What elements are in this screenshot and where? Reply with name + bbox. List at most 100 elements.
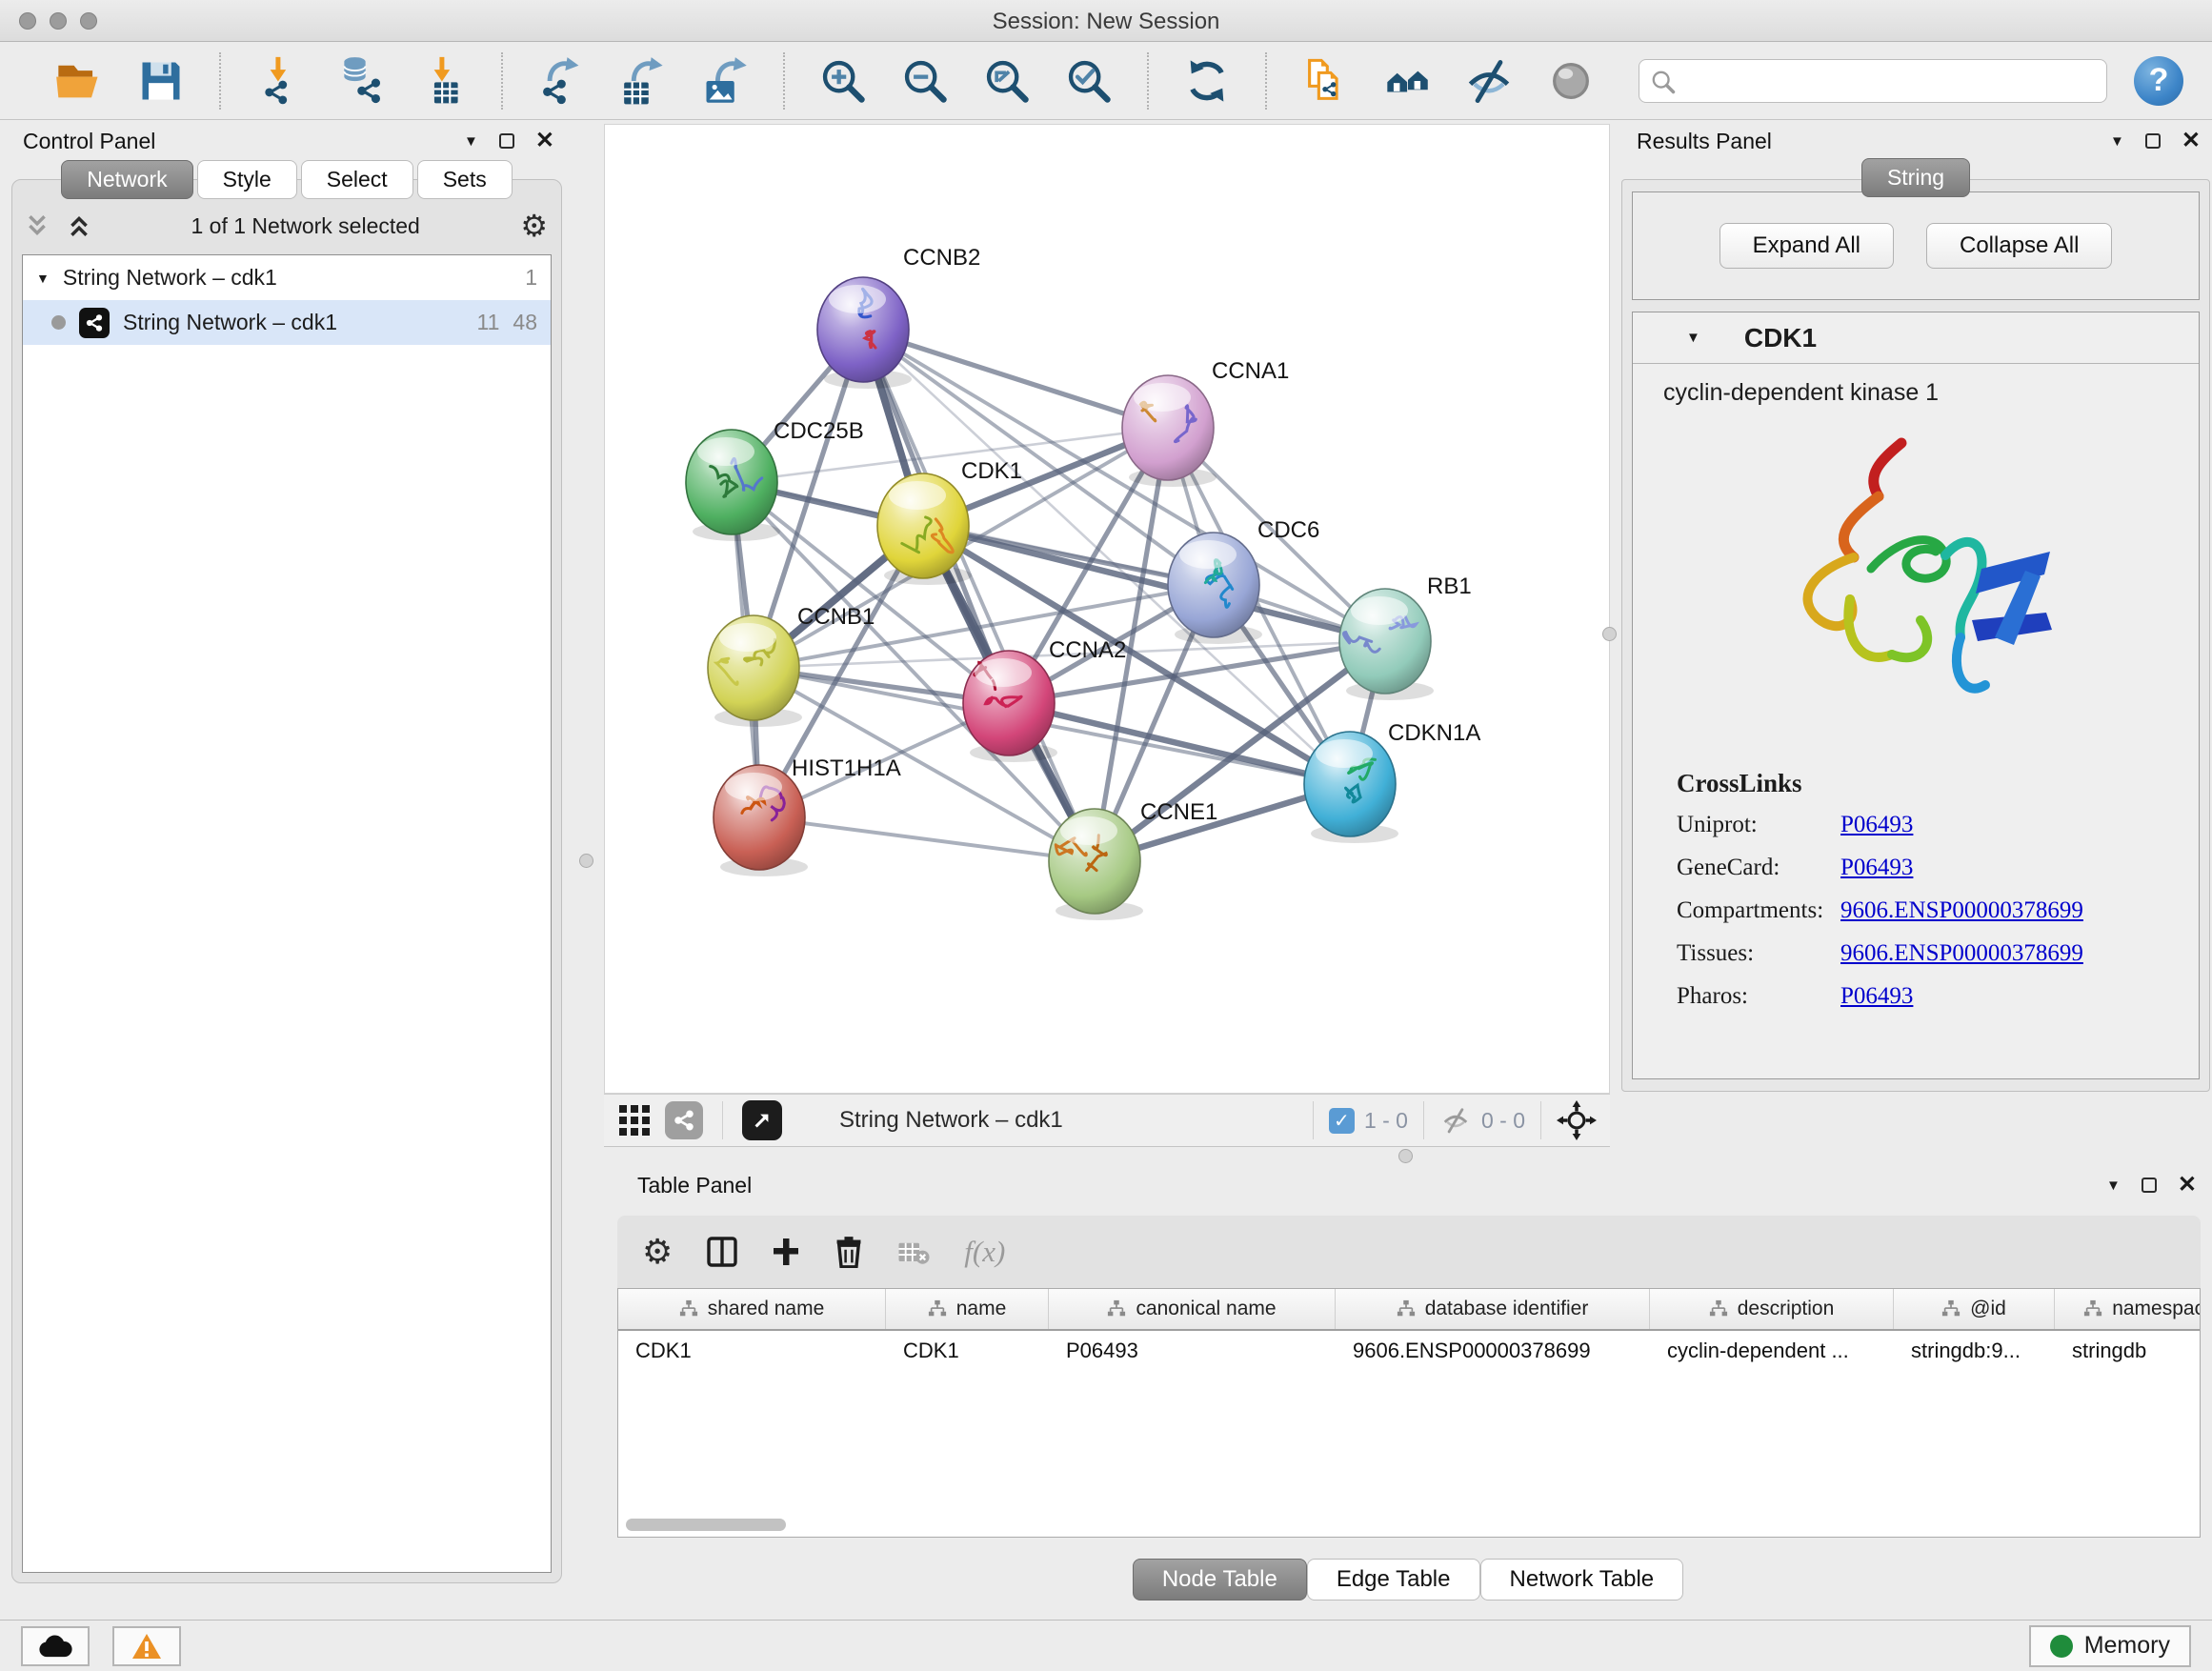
tab-edge-table[interactable]: Edge Table: [1307, 1559, 1480, 1601]
tab-network-table[interactable]: Network Table: [1480, 1559, 1684, 1601]
cloud-status-button[interactable]: [21, 1626, 90, 1666]
panel-float-icon[interactable]: [2142, 1178, 2157, 1193]
node-gloss: [889, 481, 946, 510]
warning-status-button[interactable]: [112, 1626, 181, 1666]
hidden-eye-slash-icon[interactable]: [1439, 1106, 1472, 1135]
zoom-selected-icon[interactable]: [1064, 56, 1114, 106]
crosslink-row: Uniprot:P06493: [1677, 812, 2199, 838]
column-header-database-identifier[interactable]: database identifier: [1336, 1289, 1650, 1329]
hide-results-icon[interactable]: [1464, 56, 1514, 106]
table-cell[interactable]: cyclin-dependent ...: [1650, 1339, 1894, 1363]
memory-button[interactable]: Memory: [2029, 1625, 2191, 1667]
import-table-icon[interactable]: [418, 56, 468, 106]
crosslink-link-uniprot[interactable]: P06493: [1840, 812, 1913, 838]
status-bar: Memory: [0, 1620, 2212, 1671]
search-input[interactable]: [1639, 59, 2107, 103]
table-cell[interactable]: 9606.ENSP00000378699: [1336, 1339, 1650, 1363]
edge-CCNA2-CDKN1A[interactable]: [1009, 703, 1350, 784]
hierarchy-icon: [1709, 1299, 1728, 1319]
expand-all-icon[interactable]: [68, 213, 90, 238]
right-splitter-handle[interactable]: [1602, 627, 1617, 641]
tab-style[interactable]: Style: [197, 160, 297, 199]
panel-close-icon[interactable]: ✕: [2182, 130, 2201, 152]
collapse-all-icon[interactable]: [26, 213, 49, 238]
tab-network[interactable]: Network: [61, 160, 192, 199]
crosslink-link-pharos[interactable]: P06493: [1840, 983, 1913, 1010]
tab-sets[interactable]: Sets: [417, 160, 513, 199]
add-column-icon[interactable]: [772, 1237, 800, 1267]
open-session-icon[interactable]: [54, 56, 104, 106]
column-header-canonical-name[interactable]: canonical name: [1049, 1289, 1336, 1329]
panel-menu-caret-icon[interactable]: ▼: [2110, 133, 2124, 150]
gene-description: cyclin-dependent kinase 1: [1633, 364, 2199, 413]
tab-string[interactable]: String: [1861, 158, 1970, 197]
crosslink-label: Pharos:: [1677, 983, 1840, 1010]
table-horizontal-scrollbar[interactable]: [626, 1519, 786, 1531]
left-splitter-handle[interactable]: [579, 854, 593, 868]
export-table-icon[interactable]: [618, 56, 668, 106]
save-session-icon[interactable]: [136, 56, 186, 106]
panel-float-icon[interactable]: [2145, 133, 2161, 149]
string-homes-icon[interactable]: [1382, 56, 1432, 106]
open-in-window-icon[interactable]: [742, 1100, 782, 1140]
help-button[interactable]: ?: [2134, 56, 2183, 106]
show-columns-icon[interactable]: [707, 1236, 737, 1268]
collection-count: 1: [525, 265, 537, 291]
column-header--id[interactable]: @id: [1894, 1289, 2055, 1329]
selected-checkbox-icon[interactable]: ✓: [1329, 1108, 1355, 1134]
zoom-in-icon[interactable]: [818, 56, 868, 106]
show-results-icon[interactable]: [1546, 56, 1596, 106]
zoom-fit-icon[interactable]: [982, 56, 1032, 106]
column-header-shared-name[interactable]: shared name: [618, 1289, 886, 1329]
bottom-splitter-handle[interactable]: [1398, 1149, 1413, 1163]
network-label: String Network – cdk1: [123, 310, 337, 335]
table-cell[interactable]: CDK1: [886, 1339, 1049, 1363]
collection-label: String Network – cdk1: [63, 265, 277, 291]
import-network-icon[interactable]: [254, 56, 304, 106]
gene-expander-icon[interactable]: ▼: [1686, 330, 1700, 346]
edge-HIST1H1A-CCNE1[interactable]: [759, 817, 1095, 861]
export-network-icon[interactable]: [536, 56, 586, 106]
crosslink-link-tissues[interactable]: 9606.ENSP00000378699: [1840, 940, 2083, 967]
network-collection-row[interactable]: ▼ String Network – cdk1 1: [23, 255, 551, 300]
panel-close-icon[interactable]: ✕: [2178, 1174, 2197, 1197]
birds-eye-grid-icon[interactable]: [617, 1103, 652, 1137]
panel-menu-caret-icon[interactable]: ▼: [2106, 1178, 2121, 1194]
panel-close-icon[interactable]: ✕: [535, 130, 554, 152]
network-options-gear-icon[interactable]: ⚙: [520, 211, 548, 241]
control-panel-title: Control Panel: [23, 129, 155, 154]
fit-selected-crosshair-icon[interactable]: [1557, 1100, 1597, 1140]
tab-select[interactable]: Select: [301, 160, 413, 199]
memory-label: Memory: [2084, 1632, 2170, 1660]
column-header-namespace[interactable]: namespace: [2055, 1289, 2201, 1329]
network-canvas[interactable]: CCNB2CCNA1CDC25BCDK1CDC6RB1CCNB1CCNA2CDK…: [604, 124, 1610, 1094]
network-row[interactable]: String Network – cdk1 11 48: [23, 300, 551, 345]
column-header-name[interactable]: name: [886, 1289, 1049, 1329]
network-share-icon[interactable]: [665, 1101, 703, 1139]
table-header-row: shared namenamecanonical namedatabase id…: [618, 1289, 2200, 1331]
share-session-icon[interactable]: [1300, 56, 1350, 106]
crosslink-link-genecard[interactable]: P06493: [1840, 855, 1913, 881]
tab-node-table[interactable]: Node Table: [1133, 1559, 1307, 1601]
collapse-all-button[interactable]: Collapse All: [1926, 223, 2112, 269]
import-database-icon[interactable]: [336, 56, 386, 106]
crosslink-link-compartments[interactable]: 9606.ENSP00000378699: [1840, 897, 2083, 924]
table-cell[interactable]: CDK1: [618, 1339, 886, 1363]
panel-float-icon[interactable]: [499, 133, 514, 149]
table-row[interactable]: CDK1CDK1P064939606.ENSP00000378699cyclin…: [618, 1331, 2200, 1371]
zoom-out-icon[interactable]: [900, 56, 950, 106]
tree-expander-icon[interactable]: ▼: [36, 271, 50, 286]
expand-all-button[interactable]: Expand All: [1719, 223, 1894, 269]
table-cell[interactable]: stringdb: [2055, 1339, 2201, 1363]
results-panel: Results Panel ▼ ✕ String Expand All Coll…: [1619, 124, 2212, 1153]
gene-section-header[interactable]: ▼ CDK1: [1633, 312, 2199, 364]
edge-CCNB2-CCNE1[interactable]: [863, 330, 1095, 861]
table-options-gear-icon[interactable]: ⚙: [642, 1235, 673, 1269]
delete-column-icon[interactable]: [835, 1236, 863, 1268]
panel-menu-caret-icon[interactable]: ▼: [464, 133, 478, 150]
table-cell[interactable]: P06493: [1049, 1339, 1336, 1363]
refresh-icon[interactable]: [1182, 56, 1232, 106]
column-header-description[interactable]: description: [1650, 1289, 1894, 1329]
table-cell[interactable]: stringdb:9...: [1894, 1339, 2055, 1363]
export-image-icon[interactable]: [700, 56, 750, 106]
